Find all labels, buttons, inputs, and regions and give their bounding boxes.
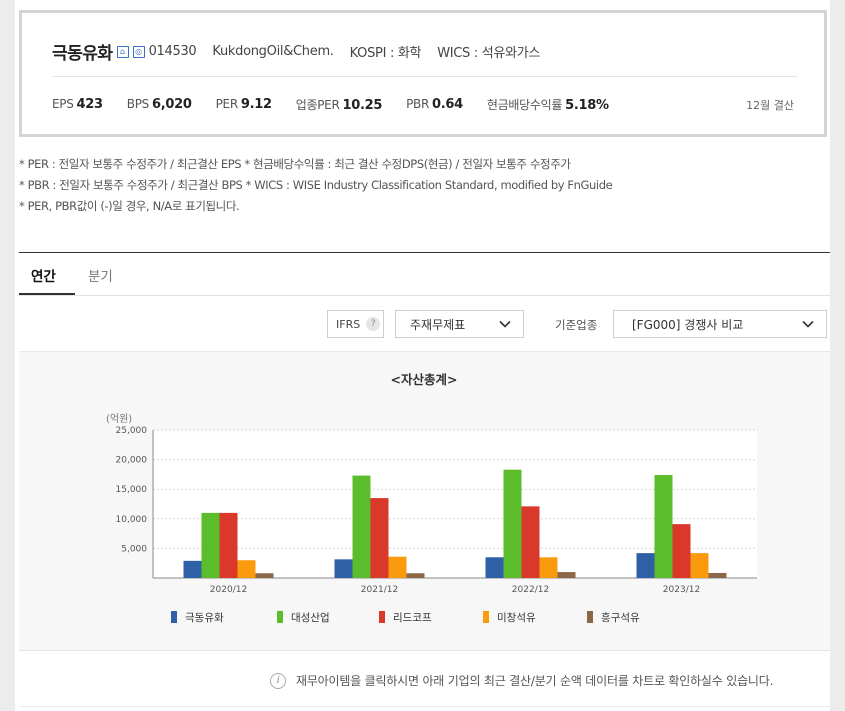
tab-annual[interactable]: 연간: [31, 265, 56, 285]
legend-swatch: [171, 611, 177, 623]
legend-label[interactable]: 미창석유: [497, 612, 536, 624]
chart-help-note: i 재무아이템을 클릭하시면 아래 기업의 최근 결산/분기 순액 데이터를 차…: [270, 672, 773, 689]
bar[interactable]: [557, 572, 576, 578]
bar[interactable]: [201, 512, 220, 578]
company-header-card: 극동유화 ⌂ ◎ 014530 KukdongOil&Chem. KOSPI :…: [19, 10, 827, 137]
ratio-industry-per: 업종PER 10.25: [295, 98, 383, 113]
ratio-row: EPS 423 BPS 6,020 PER 9.12 업종PER 10.25 PBR 0.…: [52, 96, 633, 113]
company-title-row: 극동유화 ⌂ ◎ 014530 KukdongOil&Chem. KOSPI :…: [52, 39, 540, 64]
tabs-top-border: [19, 252, 830, 253]
legend-label[interactable]: 극동유화: [185, 612, 224, 624]
bar[interactable]: [406, 573, 425, 578]
company-snapshot-page: 극동유화 ⌂ ◎ 014530 KukdongOil&Chem. KOSPI :…: [15, 0, 830, 711]
stock-code: 014530: [148, 44, 197, 59]
x-tick-label: 2022/12: [512, 585, 549, 595]
industry-basis-label: 기준업종: [555, 318, 598, 332]
chevron-down-icon: [499, 320, 511, 328]
legend-swatch: [587, 611, 593, 623]
legend-label[interactable]: 대성산업: [291, 611, 330, 624]
footnotes: * PER : 전일자 보통주 수정주가 / 최근결산 EPS * 현금배당수익…: [19, 154, 613, 217]
y-tick-label: 25,000: [116, 426, 148, 436]
bar[interactable]: [237, 560, 256, 578]
industry-select-value: [FG000] 경쟁사 비교: [632, 317, 744, 332]
wics-sector: WICS : 석유와가스: [437, 46, 541, 61]
bar[interactable]: [539, 557, 558, 578]
ratio-dividend-yield: 현금배당수익률 5.18%: [486, 98, 609, 113]
statement-type-value: 주재무제표: [410, 317, 466, 332]
ratio-per: PER 9.12: [215, 97, 272, 112]
bar[interactable]: [672, 524, 691, 578]
ifrs-label-box: IFRS ?: [327, 310, 384, 338]
ratio-bps: BPS 6,020: [126, 97, 192, 112]
help-icon[interactable]: ?: [366, 317, 381, 331]
chart-title: <자산총계>: [391, 372, 458, 387]
legend-label[interactable]: 흥구석유: [601, 611, 640, 624]
market-sector: KOSPI : 화학: [349, 46, 422, 61]
bar[interactable]: [388, 556, 407, 578]
y-tick-label: 5,000: [121, 544, 147, 554]
bar[interactable]: [370, 498, 389, 578]
y-axis-unit: (억원): [106, 413, 132, 425]
chart-panel: <자산총계> (억원) 5,000 10,000 15,000 20,000 25,00…: [19, 352, 830, 650]
x-tick-label: 2023/12: [663, 585, 700, 595]
legend-swatch: [277, 611, 283, 623]
bar[interactable]: [636, 553, 655, 578]
bar[interactable]: [334, 559, 353, 578]
chart-help-text: 재무아이템을 클릭하시면 아래 기업의 최근 결산/분기 순액 데이터를 차트로…: [296, 674, 774, 688]
bar[interactable]: [485, 557, 504, 578]
english-name: KukdongOil&Chem.: [212, 44, 334, 59]
section-divider: [19, 706, 830, 707]
y-tick-label: 20,000: [116, 456, 148, 466]
footnote-line: * PBR : 전일자 보통주 수정주가 / 최근결산 BPS * WICS :…: [19, 178, 613, 192]
bar[interactable]: [654, 474, 673, 578]
company-name: 극동유화: [52, 44, 113, 64]
chart-bottom-border: [19, 650, 830, 651]
ifrs-label: IFRS: [336, 317, 361, 331]
legend-label[interactable]: 리드코프: [393, 612, 432, 624]
legend-swatch: [379, 611, 385, 623]
x-tick-label: 2020/12: [210, 585, 247, 595]
tabs-bottom-border: [19, 295, 830, 296]
info-icon: i: [270, 672, 286, 689]
x-tick-label: 2021/12: [361, 585, 398, 595]
bar[interactable]: [183, 560, 202, 578]
footnote-line: * PER, PBR값이 (-)일 경우, N/A로 표기됩니다.: [19, 199, 240, 213]
kospi200-badge-icon[interactable]: ◎: [132, 45, 145, 58]
industry-select[interactable]: [FG000] 경쟁사 비교: [613, 310, 827, 338]
bar[interactable]: [690, 553, 709, 578]
bar[interactable]: [503, 469, 522, 578]
ratio-pbr: PBR 0.64: [406, 97, 463, 112]
y-tick-label: 15,000: [116, 485, 148, 495]
legend-swatch: [483, 611, 489, 623]
chevron-down-icon: [802, 320, 814, 328]
bar[interactable]: [352, 475, 371, 578]
divider: [52, 76, 797, 77]
bar[interactable]: [708, 572, 727, 578]
settlement-month: 12월 결산: [746, 99, 794, 112]
total-assets-chart: <자산총계> (억원) 5,000 10,000 15,000 20,000 25,00…: [106, 372, 757, 624]
statement-type-select[interactable]: 주재무제표: [395, 310, 524, 338]
bar[interactable]: [255, 573, 274, 578]
ratio-eps: EPS 423: [52, 97, 103, 112]
y-tick-label: 10,000: [116, 515, 148, 525]
footnote-line: * PER : 전일자 보통주 수정주가 / 최근결산 EPS * 현금배당수익…: [19, 157, 571, 171]
kospi-badge-icon[interactable]: ⌂: [116, 45, 129, 58]
bar[interactable]: [219, 512, 238, 578]
bar[interactable]: [521, 506, 540, 578]
tab-quarterly[interactable]: 분기: [88, 265, 113, 285]
